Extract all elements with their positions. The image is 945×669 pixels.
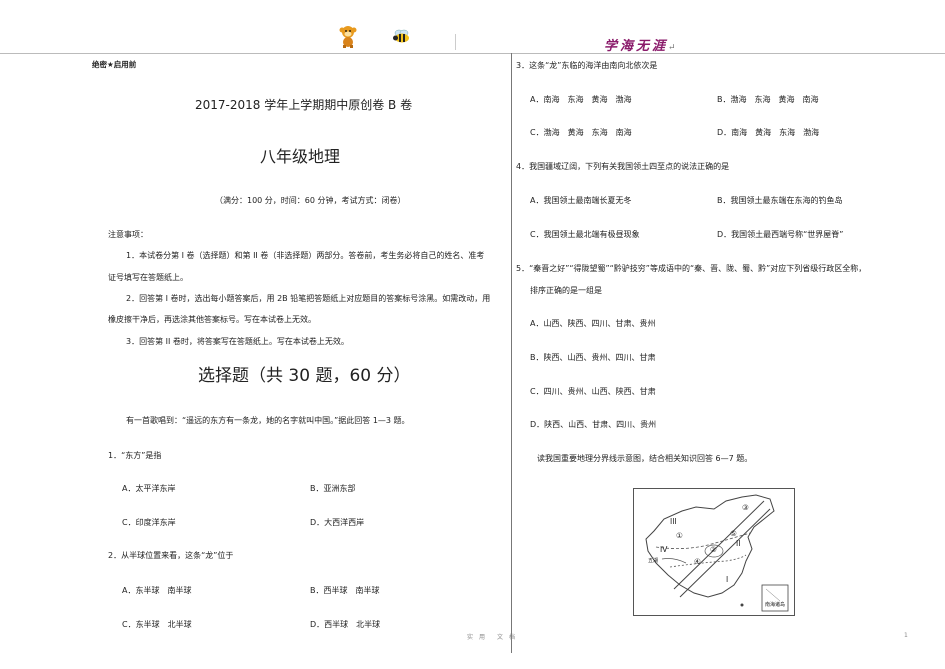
map-inset-label: 南海诸岛 (765, 602, 786, 608)
reading-intro: 有一首歌唱到：“遥远的东方有一条龙，她的名字就叫中国。”据此回答 1—3 题。 (126, 416, 410, 425)
bee-logo-icon (393, 29, 409, 43)
map-label-ii: II (736, 539, 741, 548)
question-5-line-1: 5．“秦晋之好”“得陇望蜀”“黔驴技穷”等成语中的“秦、晋、陇、蜀、黔”对应下列… (516, 264, 867, 273)
q5-option-c: C．四川、贵州、山西、陕西、甘肃 (530, 387, 656, 396)
map-label-iv: IV (660, 545, 668, 554)
map-label-i: I (726, 575, 729, 584)
map-marker-3: ③ (742, 503, 749, 512)
q2-option-a: A．东半球 南半球 (122, 586, 192, 595)
note-2-line-1: 2．回答第 I 卷时，选出每小题答案后，用 2B 铅笔把答题纸上对应题目的答案标… (126, 294, 491, 303)
question-5-line-2: 排序正确的是一组是 (530, 286, 602, 295)
exam-info: （满分：100 分，时间：60 分钟，考试方式：闭卷） (215, 196, 406, 205)
question-4: 4．我国疆域辽阔，下列有关我国领土四至点的说法正确的是 (516, 162, 730, 171)
subject-title: 八年级地理 (260, 147, 341, 166)
map-small-label: 五湖 (648, 558, 659, 564)
header-divider (455, 34, 456, 50)
map-label-iii: III (670, 517, 677, 526)
q3-option-b: B．渤海 东海 黄海 南海 (717, 95, 819, 104)
q1-option-a: A．太平洋东岸 (122, 484, 176, 493)
map-marker-5: ⑤ (730, 529, 737, 538)
brand-text: 学海无涯↵ (604, 35, 676, 54)
top-rule (0, 53, 945, 54)
q4-option-c: C．我国领土最北端有极昼现象 (530, 230, 640, 239)
brand-mark: ↵ (668, 43, 676, 53)
q5-option-b: B．陕西、山西、贵州、四川、甘肃 (530, 353, 656, 362)
q2-option-d: D．西半球 北半球 (310, 620, 381, 629)
exam-title: 2017-2018 学年上学期期中原创卷 B 卷 (195, 98, 413, 112)
map-intro: 读我国重要地理分界线示意图，结合相关知识回答 6—7 题。 (537, 454, 753, 463)
note-1-line-2: 证号填写在答题纸上。 (108, 273, 188, 282)
q1-option-d: D．大西洋西岸 (310, 518, 365, 527)
map-marker-4: ④ (694, 557, 701, 566)
q4-option-b: B．我国领土最东端在东海的钓鱼岛 (717, 196, 843, 205)
q3-option-c: C．渤海 黄海 东海 南海 (530, 128, 632, 137)
map-marker-1: ① (676, 531, 683, 540)
monkey-logo-icon (339, 26, 357, 48)
q1-option-c: C．印度洋东岸 (122, 518, 176, 527)
q4-option-a: A．我国领土最南端长夏无冬 (530, 196, 632, 205)
q2-option-b: B．西半球 南半球 (310, 586, 380, 595)
question-2: 2．从半球位置来看，这条“龙”位于 (108, 551, 234, 560)
china-map-figure: III II IV I ① ② ③ ④ ⑤ 五湖 南海诸岛 (633, 488, 795, 616)
vertical-column-divider (511, 53, 512, 653)
note-1-line-1: 1．本试卷分第 I 卷（选择题）和第 II 卷（非选择题）两部分。答卷前，考生务… (126, 251, 485, 260)
question-1: 1．“东方”是指 (108, 451, 162, 460)
q2-option-c: C．东半球 北半球 (122, 620, 192, 629)
brand-name: 学海无涯 (604, 39, 669, 54)
notes-heading: 注意事项： (108, 230, 148, 239)
q3-option-a: A．南海 东海 黄海 渤海 (530, 95, 632, 104)
map-marker-2: ② (710, 545, 717, 554)
note-3: 3．回答第 II 卷时，将答案写在答题纸上。写在本试卷上无效。 (126, 337, 349, 346)
secret-label: 绝密★启用前 (92, 60, 137, 69)
q4-option-d: D．我国领土最西端号称“世界屋脊” (717, 230, 844, 239)
section-title: 选择题（共 30 题，60 分） (198, 366, 411, 386)
question-3: 3．这条“龙”东临的海洋由南向北依次是 (516, 61, 658, 70)
footer-text: 实 用 文 档 (467, 634, 516, 641)
note-2-line-2: 橡皮擦干净后，再选涂其他答案标号。写在本试卷上无效。 (108, 315, 316, 324)
q5-option-a: A．山西、陕西、四川、甘肃、贵州 (530, 319, 656, 328)
q1-option-b: B．亚洲东部 (310, 484, 356, 493)
q3-option-d: D．南海 黄海 东海 渤海 (717, 128, 820, 137)
page-number: 1 (904, 632, 908, 639)
q5-option-d: D．陕西、山西、甘肃、四川、贵州 (530, 420, 657, 429)
